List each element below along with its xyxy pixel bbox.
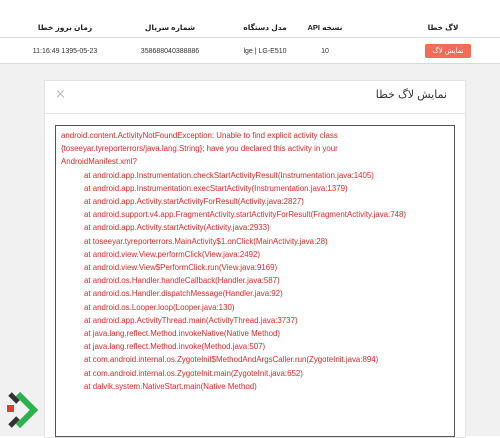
header-time: زمان بروز خطا [37,22,93,32]
stack-trace-line: at android.app.ActivityThread.main(Activ… [84,315,298,325]
stack-trace-line: at com.android.internal.os.ZygoteInit$Me… [84,355,379,365]
show-log-button[interactable]: نمایش لاگ [425,44,471,58]
serial-cell: 358688040388886 [140,47,200,55]
stack-trace-line: at android.os.Looper.loop(Looper.java:13… [84,302,235,312]
log-content: android.content.ActivityNotFoundExceptio… [56,126,454,393]
header-api: نسخه API [307,22,343,32]
log-cell: نمایش لاگ [418,41,478,61]
modal-title: نمایش لاگ خطا [375,89,447,101]
stack-trace-line: at android.os.Handler.dispatchMessage(Ha… [84,289,283,299]
api-cell: 10 [321,47,329,55]
close-icon[interactable]: × [55,87,66,102]
stack-trace-line: at android.view.View.performClick(View.j… [84,249,261,259]
table-header-row: لاگ خطا نسخه API مدل دستگاه شماره سریال … [0,18,500,36]
stack-trace-line: at android.os.Handler.handleCallback(Han… [84,276,280,286]
header-log: لاگ خطا [427,22,459,32]
header-divider [0,37,500,38]
log-modal: نمایش لاگ خطا × android.content.Activity… [44,80,466,438]
stack-trace-line: at android.view.View$PerformClick.run(Vi… [84,263,278,273]
stack-trace-line: at toseeyar.tyreporterrors.MainActivity$… [84,236,328,246]
stack-trace-line: at dalvik.system.NativeStart.main(Native… [84,381,257,391]
time-cell: 11:16:49 1395-05-23 [32,47,98,55]
stack-trace-line: at java.lang.reflect.Method.invoke(Metho… [84,342,266,352]
stack-trace-line: at android.app.Activity.startActivityFor… [84,197,304,207]
stack-trace-line: at android.app.Activity.startActivity(Ac… [84,223,270,233]
stack-trace-line: at android.app.Instrumentation.checkStar… [84,170,374,180]
brand-chevron-logo-icon [4,388,44,429]
table-row: نمایش لاگ 10 lge | LG-E510 3586880403888… [0,41,500,61]
log-message-line: {toseeyar.tyreporterrors/java.lang.Strin… [61,144,338,154]
stack-trace-line: at java.lang.reflect.Method.invokeNative… [84,329,281,339]
log-textarea[interactable]: android.content.ActivityNotFoundExceptio… [55,125,455,437]
header-model: مدل دستگاه [243,22,287,32]
header-serial: شماره سریال [144,22,196,32]
stack-trace-line: at android.support.v4.app.FragmentActivi… [84,210,407,220]
log-message-line: AndroidManifest.xml? [61,157,137,167]
stack-trace-line: at android.app.Instrumentation.execStart… [84,183,348,193]
model-cell: lge | LG-E510 [243,47,287,55]
error-table: لاگ خطا نسخه API مدل دستگاه شماره سریال … [0,0,500,64]
log-message-line: android.content.ActivityNotFoundExceptio… [61,131,338,140]
modal-header: نمایش لاگ خطا × [45,81,465,114]
stack-trace-line: at com.android.internal.os.ZygoteInit.ma… [84,368,303,378]
